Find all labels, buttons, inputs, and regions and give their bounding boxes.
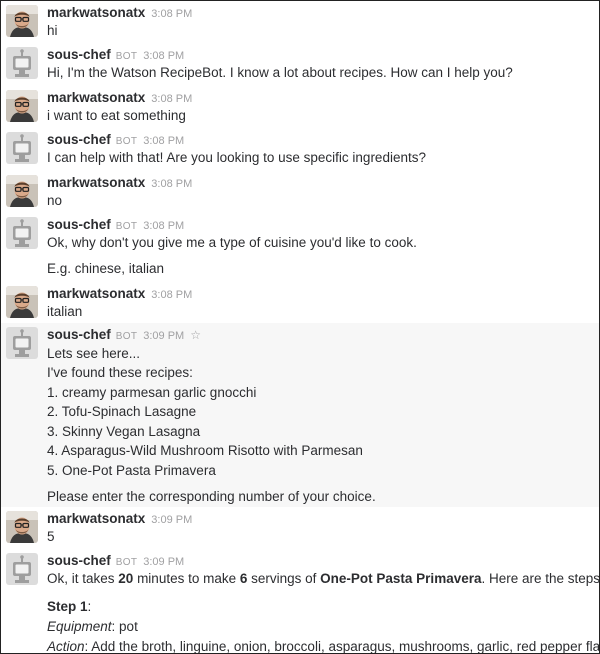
message-text: 5 (47, 529, 55, 544)
user-photo-avatar[interactable] (6, 175, 38, 207)
message-hovered: sous-chef BOT 3:09 PM ☆ Lets see here... I'… (1, 323, 599, 507)
step-heading: Step 1: (47, 599, 92, 614)
user-photo-avatar[interactable] (6, 90, 38, 122)
robot-avatar[interactable] (6, 47, 38, 79)
message-text: i want to eat something (47, 108, 186, 123)
sender-name[interactable]: markwatsonatx (47, 175, 145, 190)
sender-name[interactable]: markwatsonatx (47, 5, 145, 20)
timestamp[interactable]: 3:09 PM (151, 514, 192, 526)
timestamp[interactable]: 3:09 PM (143, 330, 184, 342)
message-text: Hi, I'm the Watson RecipeBot. I know a l… (47, 65, 513, 80)
sender-name[interactable]: sous-chef (47, 132, 111, 147)
timestamp[interactable]: 3:09 PM (143, 556, 184, 568)
user-photo-avatar[interactable] (6, 511, 38, 543)
message-text: Please enter the corresponding number of… (47, 489, 376, 504)
robot-avatar[interactable] (6, 327, 38, 359)
user-photo-avatar[interactable] (6, 5, 38, 37)
star-icon[interactable]: ☆ (190, 328, 201, 342)
message: markwatsonatx 3:09 PM 5 (1, 509, 599, 549)
message-text: italian (47, 304, 83, 319)
message-text: I can help with that! Are you looking to… (47, 150, 426, 165)
timestamp[interactable]: 3:08 PM (143, 220, 184, 232)
recipe-list-item: 2. Tofu-Spinach Lasagne (47, 404, 197, 419)
message: markwatsonatx 3:08 PM no (1, 173, 599, 213)
sender-name[interactable]: sous-chef (47, 217, 111, 232)
message-text: Lets see here... (47, 346, 141, 361)
message: markwatsonatx 3:08 PM i want to eat somet… (1, 88, 599, 128)
timestamp[interactable]: 3:08 PM (151, 289, 192, 301)
user-photo-avatar[interactable] (6, 286, 38, 318)
message-text: Ok, why don't you give me a type of cuis… (47, 235, 417, 250)
timestamp[interactable]: 3:08 PM (151, 178, 192, 190)
sender-name[interactable]: markwatsonatx (47, 90, 145, 105)
action-line: Action: Add the broth, linguine, onion, … (47, 639, 600, 654)
sender-name[interactable]: markwatsonatx (47, 286, 145, 301)
equipment-line: Equipment: pot (47, 619, 138, 634)
robot-avatar[interactable] (6, 553, 38, 585)
robot-avatar[interactable] (6, 132, 38, 164)
recipe-list-item: 5. One-Pot Pasta Primavera (47, 463, 216, 478)
chat-window: markwatsonatx 3:08 PM hi sous-chef BOT 3:08… (0, 0, 600, 654)
timestamp[interactable]: 3:08 PM (151, 93, 192, 105)
recipe-list-item: 1. creamy parmesan garlic gnocchi (47, 385, 257, 400)
message-text: I've found these recipes: (47, 365, 193, 380)
timestamp[interactable]: 3:08 PM (151, 8, 192, 20)
message: sous-chef BOT 3:08 PM Ok, why don't you gi… (1, 215, 599, 283)
sender-name[interactable]: markwatsonatx (47, 511, 145, 526)
message-text: Ok, it takes 20 minutes to make 6 servin… (47, 571, 600, 586)
robot-avatar[interactable] (6, 217, 38, 249)
bot-badge: BOT (115, 51, 138, 62)
sender-name[interactable]: sous-chef (47, 327, 111, 342)
message: sous-chef BOT 3:08 PM Hi, I'm the Watson R… (1, 45, 599, 85)
message-text: hi (47, 23, 58, 38)
message: markwatsonatx 3:08 PM hi (1, 3, 599, 43)
message-text: no (47, 193, 63, 208)
recipe-list-item: 4. Asparagus-Wild Mushroom Risotto with … (47, 443, 363, 458)
recipe-name: One-Pot Pasta Primavera (320, 571, 482, 586)
sender-name[interactable]: sous-chef (47, 553, 111, 568)
message-text: E.g. chinese, italian (47, 261, 165, 276)
timestamp[interactable]: 3:08 PM (143, 135, 184, 147)
bot-badge: BOT (115, 221, 138, 232)
message: sous-chef BOT 3:08 PM I can help with that… (1, 130, 599, 170)
message: markwatsonatx 3:08 PM italian (1, 284, 599, 324)
bot-badge: BOT (115, 136, 138, 147)
message: sous-chef BOT 3:09 PM Ok, it takes 20 minu… (1, 551, 600, 654)
recipe-list-item: 3. Skinny Vegan Lasagna (47, 424, 201, 439)
minutes-value: 20 (118, 571, 134, 586)
bot-badge: BOT (115, 557, 138, 568)
timestamp[interactable]: 3:08 PM (143, 50, 184, 62)
sender-name[interactable]: sous-chef (47, 47, 111, 62)
bot-badge: BOT (115, 331, 138, 342)
